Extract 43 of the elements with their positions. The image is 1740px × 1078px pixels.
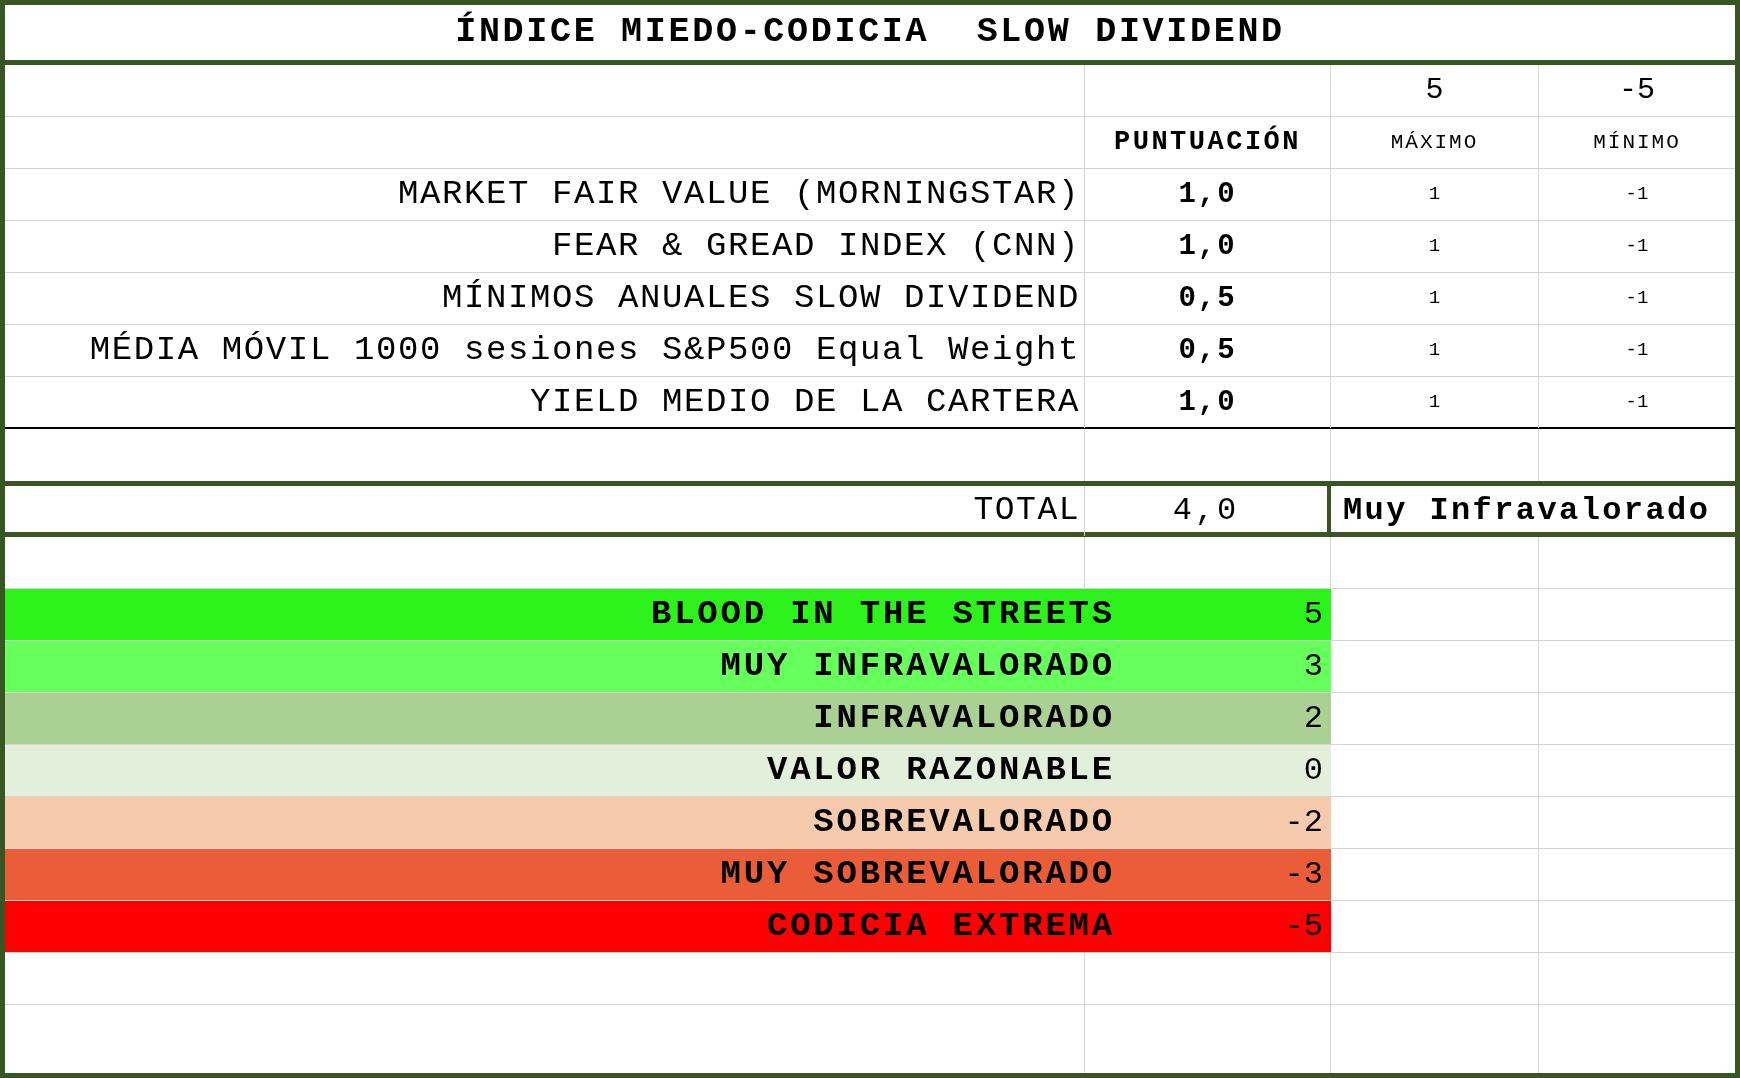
column-header: PUNTUACIÓN xyxy=(1114,124,1301,160)
indicator-max: 1 xyxy=(1428,182,1441,208)
total-value: 4,0 xyxy=(1172,490,1240,531)
scale-label: BLOOD IN THE STREETS xyxy=(650,594,1115,635)
scale-value: -5 xyxy=(1284,906,1323,947)
indicator-min: -1 xyxy=(1625,182,1649,208)
indicator-min: -1 xyxy=(1625,286,1649,312)
indicator-score: 1,0 xyxy=(1178,384,1237,421)
indicator-name: YIELD MEDIO DE LA CARTERA xyxy=(529,382,1080,423)
indicator-score: 1,0 xyxy=(1178,176,1237,213)
indicator-name: MÉDIA MÓVIL 1000 sesiones S&P500 Equal Weight xyxy=(89,330,1080,371)
indicator-score: 0,5 xyxy=(1178,280,1237,317)
scale-label: MUY SOBREVALORADO xyxy=(720,854,1115,895)
column-header: MÍNIMO xyxy=(1593,129,1681,156)
scale-value: -3 xyxy=(1284,854,1323,895)
min-value: -5 xyxy=(1619,72,1655,109)
indicator-min: -1 xyxy=(1625,390,1649,416)
indicator-min: -1 xyxy=(1625,234,1649,260)
scale-value: -2 xyxy=(1284,802,1323,843)
scale-label: CODICIA EXTREMA xyxy=(766,906,1115,947)
scale-value: 5 xyxy=(1303,594,1323,635)
scale-label: VALOR RAZONABLE xyxy=(766,750,1115,791)
indicator-max: 1 xyxy=(1428,390,1441,416)
total-verdict: Muy Infravalorado xyxy=(1343,490,1711,531)
indicator-score: 1,0 xyxy=(1178,228,1237,265)
max-value: 5 xyxy=(1425,72,1444,109)
scale-value: 3 xyxy=(1303,646,1323,687)
indicator-min: -1 xyxy=(1625,338,1649,364)
indicator-max: 1 xyxy=(1428,286,1441,312)
indicator-name: MÍNIMOS ANUALES SLOW DIVIDEND xyxy=(441,278,1080,319)
indicator-max: 1 xyxy=(1428,338,1441,364)
indicator-max: 1 xyxy=(1428,234,1441,260)
scale-label: SOBREVALORADO xyxy=(813,802,1115,843)
indicator-name: MARKET FAIR VALUE (MORNINGSTAR) xyxy=(397,174,1080,215)
column-header: MÁXIMO xyxy=(1390,129,1479,156)
scale-value: 0 xyxy=(1303,750,1323,791)
sheet-title: ÍNDICE MIEDO-CODICIA SLOW DIVIDEND xyxy=(455,10,1285,55)
scale-label: MUY INFRAVALORADO xyxy=(720,646,1115,687)
indicator-name: FEAR & GREAD INDEX (CNN) xyxy=(551,226,1080,267)
scale-label: INFRAVALORADO xyxy=(813,698,1115,739)
total-label: TOTAL xyxy=(973,491,1080,531)
scale-value: 2 xyxy=(1303,698,1323,739)
indicator-score: 0,5 xyxy=(1178,332,1237,369)
